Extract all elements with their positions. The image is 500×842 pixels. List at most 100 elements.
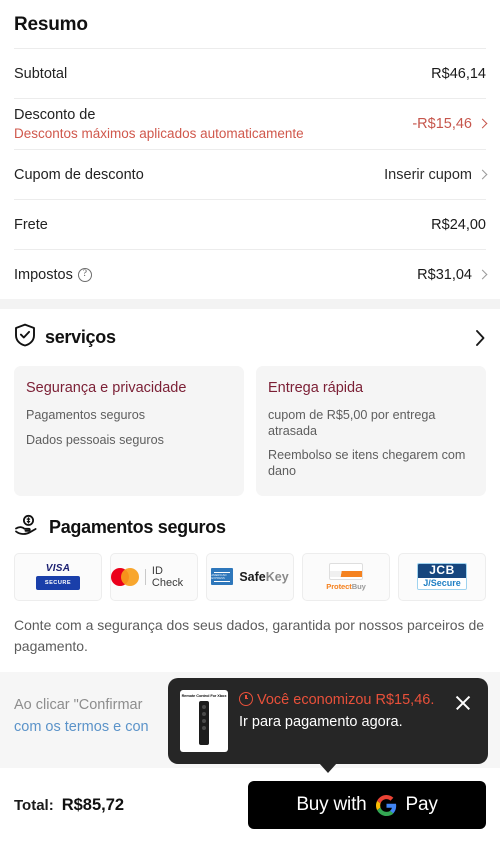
total-value: R$85,72 bbox=[61, 795, 125, 814]
row-label: Subtotal bbox=[14, 65, 68, 82]
row-label-group: Frete bbox=[14, 217, 48, 233]
terms-link[interactable]: com os termos e con bbox=[14, 719, 149, 735]
summary-row-subtotal: Subtotal R$46,14 bbox=[14, 48, 486, 98]
services-section: serviços Segurança e privacidade Pagamen… bbox=[0, 309, 500, 512]
row-value: R$24,00 bbox=[431, 216, 486, 233]
jcb-jsecure-logo: JCB J/Secure bbox=[417, 563, 467, 591]
discover-card-icon: DISCOVER bbox=[328, 562, 363, 580]
toast-message: Você economizou R$15,46. Ir para pagamen… bbox=[239, 690, 439, 734]
section-divider bbox=[0, 299, 500, 309]
google-g-icon bbox=[375, 794, 396, 816]
total-group: Total: R$85,72 bbox=[14, 796, 124, 815]
row-value-group[interactable]: R$31,04 bbox=[417, 266, 488, 283]
service-card-line: Dados pessoais seguros bbox=[26, 432, 164, 447]
service-card-title: Segurança e privacidade bbox=[26, 380, 187, 396]
summary-row-coupon[interactable]: Cupom de desconto Inserir cupom bbox=[14, 149, 488, 199]
chevron-right-icon[interactable] bbox=[474, 329, 486, 347]
savings-toast[interactable]: Remote Control For Xbox Você economizou … bbox=[168, 678, 488, 773]
divider bbox=[144, 568, 146, 585]
payment-badge-list: VISA SECURE ID Check AMERICAN EXPRESS Sa… bbox=[14, 552, 486, 601]
insert-coupon-link[interactable]: Inserir cupom bbox=[384, 167, 472, 183]
protectbuy-label: ProtectBuy bbox=[326, 581, 366, 591]
amex-wordmark: AMERICAN EXPRESS bbox=[211, 573, 227, 580]
services-card-list: Segurança e privacidade Pagamentos segur… bbox=[14, 366, 486, 496]
row-label-group: Subtotal bbox=[14, 66, 67, 82]
secure-payments-section: Pagamentos seguros VISA SECURE ID Check bbox=[0, 511, 500, 673]
hand-coin-icon bbox=[14, 514, 40, 541]
shield-check-icon bbox=[14, 323, 36, 352]
row-value-group: R$46,14 bbox=[431, 66, 486, 82]
page-title: Resumo bbox=[14, 14, 88, 35]
row-value: R$31,04 bbox=[417, 266, 472, 283]
visa-secure-badge: VISA SECURE bbox=[14, 552, 102, 601]
services-header[interactable]: serviços bbox=[14, 323, 486, 352]
service-card-title: Entrega rápida bbox=[268, 380, 364, 396]
jcb-jsecure-badge: JCB J/Secure bbox=[398, 552, 486, 601]
chevron-right-icon bbox=[477, 169, 488, 179]
visa-secure-logo: VISA SECURE bbox=[35, 563, 81, 591]
row-label-group: Impostos ? bbox=[14, 267, 92, 283]
service-card-line: Reembolso se itens chegarem com dano bbox=[268, 448, 466, 479]
visa-secure-chip: SECURE bbox=[35, 576, 81, 591]
info-icon[interactable]: ? bbox=[77, 267, 92, 282]
remote-control-illustration bbox=[199, 701, 209, 745]
product-thumbnail-caption: Remote Control For Xbox bbox=[181, 693, 227, 698]
discover-stripe bbox=[329, 570, 362, 577]
row-sublabel: Descontos máximos aplicados automaticame… bbox=[14, 126, 304, 141]
row-label-group: Desconto de Descontos máximos aplicados … bbox=[14, 107, 304, 141]
total-label: Total: bbox=[14, 796, 54, 814]
services-header-left: serviços bbox=[14, 323, 116, 352]
mastercard-icon bbox=[111, 567, 139, 586]
row-value: -R$15,46 bbox=[412, 116, 472, 132]
row-label: Desconto de bbox=[14, 107, 96, 123]
id-check-label: ID Check bbox=[151, 564, 184, 589]
service-card-line: Pagamentos seguros bbox=[26, 408, 146, 422]
chevron-right-icon bbox=[477, 269, 488, 279]
total-bar: Total: R$85,72 Buy with Pay bbox=[0, 768, 500, 842]
checkout-summary-screen: Resumo Subtotal R$46,14 Desconto de Desc… bbox=[0, 0, 500, 842]
gpay-label: Buy with bbox=[296, 794, 367, 815]
safekey-label: SafeKey bbox=[239, 569, 289, 584]
row-value-group[interactable]: Inserir cupom bbox=[384, 167, 488, 183]
service-card-line: cupom de R$5,00 por entrega atrasada bbox=[268, 408, 436, 438]
summary-row-taxes[interactable]: Impostos ? R$31,04 bbox=[14, 249, 488, 299]
clock-icon bbox=[239, 692, 253, 706]
services-title: serviços bbox=[45, 327, 116, 347]
visa-wordmark: VISA bbox=[45, 563, 71, 575]
row-value: R$46,14 bbox=[431, 65, 486, 82]
service-card-security[interactable]: Segurança e privacidade Pagamentos segur… bbox=[14, 366, 244, 496]
mastercard-id-check-badge: ID Check bbox=[110, 552, 198, 601]
chevron-right-icon bbox=[477, 118, 488, 129]
row-value-group[interactable]: -R$15,46 bbox=[412, 116, 488, 132]
summary-row-discount[interactable]: Desconto de Descontos máximos aplicados … bbox=[14, 98, 488, 149]
discover-protectbuy-logo: DISCOVER ProtectBuy bbox=[326, 562, 366, 591]
jsecure-label: J/Secure bbox=[418, 578, 466, 590]
row-label-wrapper: Impostos ? bbox=[14, 267, 92, 283]
toast-amount: R$15,46. bbox=[375, 692, 435, 708]
row-label: Impostos bbox=[14, 266, 73, 283]
close-icon[interactable] bbox=[450, 690, 476, 716]
secure-payments-title: Pagamentos seguros bbox=[49, 516, 226, 537]
disclaimer-text: Ao clicar "Confirmar bbox=[14, 697, 143, 713]
order-summary-section: Resumo Subtotal R$46,14 Desconto de Desc… bbox=[0, 0, 500, 299]
discover-protectbuy-badge: DISCOVER ProtectBuy bbox=[302, 552, 390, 601]
buy-with-google-pay-button[interactable]: Buy with Pay bbox=[248, 781, 486, 829]
amex-icon: AMERICAN EXPRESS bbox=[211, 568, 234, 586]
amex-safekey-logo: AMERICAN EXPRESS SafeKey bbox=[211, 568, 289, 586]
row-label-group: Cupom de desconto bbox=[14, 167, 144, 183]
secure-payments-note: Conte com a segurança dos seus dados, ga… bbox=[14, 616, 485, 654]
row-label: Cupom de desconto bbox=[14, 166, 144, 183]
service-card-fast-delivery[interactable]: Entrega rápida cupom de R$5,00 por entre… bbox=[256, 366, 486, 496]
row-label: Frete bbox=[14, 216, 48, 233]
gpay-suffix: Pay bbox=[405, 794, 438, 815]
toast-cta[interactable]: Ir para pagamento agora. bbox=[239, 714, 403, 730]
product-thumbnail: Remote Control For Xbox bbox=[180, 690, 228, 752]
toast-headline: Você economizou bbox=[257, 692, 372, 708]
row-value-group: R$24,00 bbox=[431, 217, 486, 233]
amex-safekey-badge: AMERICAN EXPRESS SafeKey bbox=[206, 552, 294, 601]
summary-row-shipping: Frete R$24,00 bbox=[14, 199, 486, 249]
secure-payments-header: Pagamentos seguros bbox=[14, 514, 486, 541]
toast-body: Você economizou R$15,46. Ir para pagamen… bbox=[239, 690, 439, 752]
jcb-wordmark: JCB bbox=[418, 564, 466, 579]
toast-pointer bbox=[319, 763, 337, 773]
